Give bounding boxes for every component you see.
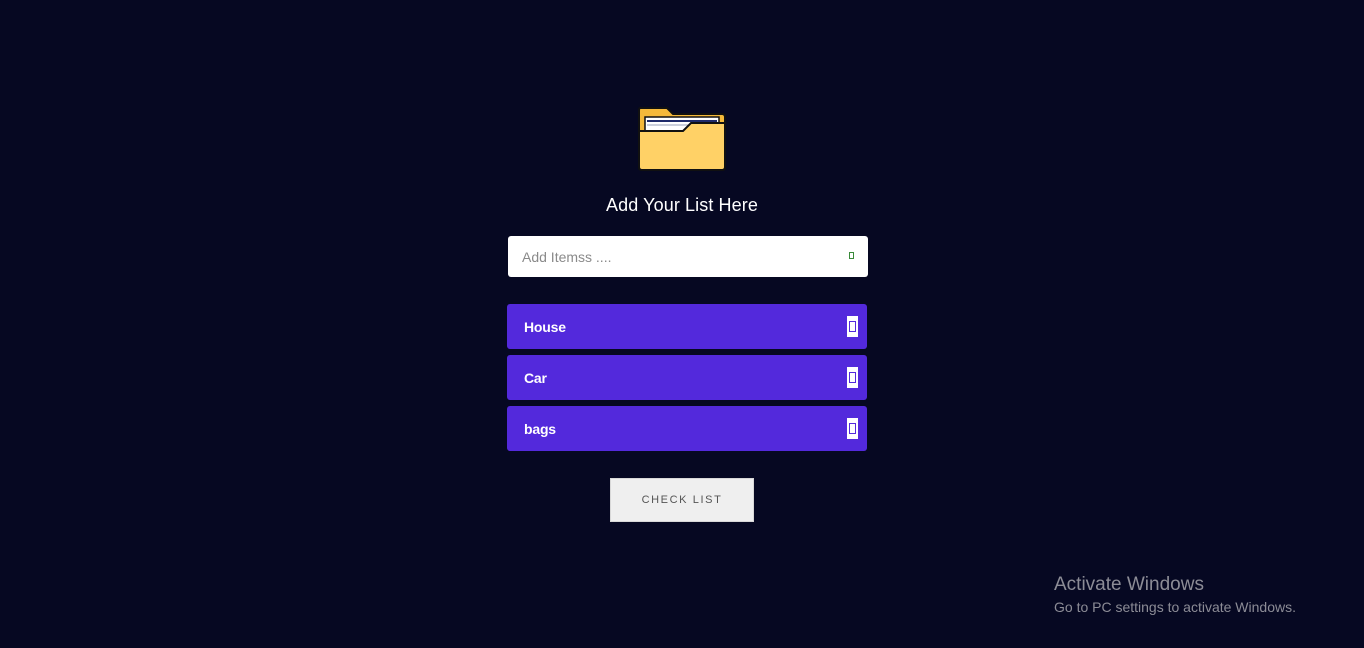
item-list: House Car bags: [507, 304, 867, 457]
add-item-form: [508, 236, 868, 277]
watermark-title: Activate Windows: [1054, 574, 1204, 595]
list-item: Car: [507, 355, 867, 400]
list-item-label: House: [524, 319, 566, 335]
activation-watermark: Activate Windows Go to PC settings to ac…: [1054, 573, 1296, 617]
trash-icon-glyph: [849, 372, 856, 383]
trash-icon-glyph: [849, 423, 856, 434]
trash-icon-glyph: [849, 321, 856, 332]
add-icon-glyph: [849, 252, 854, 259]
trash-icon[interactable]: [847, 418, 858, 439]
page: Add Your List Here House Car bags CHECK …: [0, 0, 1364, 648]
add-icon[interactable]: [848, 250, 856, 262]
trash-icon[interactable]: [847, 367, 858, 388]
page-title: Add Your List Here: [606, 195, 758, 215]
list-item-label: Car: [524, 370, 547, 386]
add-item-input[interactable]: [508, 236, 828, 277]
list-item: House: [507, 304, 867, 349]
trash-icon[interactable]: [847, 316, 858, 337]
list-item: bags: [507, 406, 867, 451]
folder-icon: [638, 107, 726, 171]
list-item-label: bags: [524, 421, 556, 437]
check-list-button[interactable]: CHECK LIST: [610, 478, 754, 522]
watermark-subtitle: Go to PC settings to activate Windows.: [1054, 599, 1296, 615]
